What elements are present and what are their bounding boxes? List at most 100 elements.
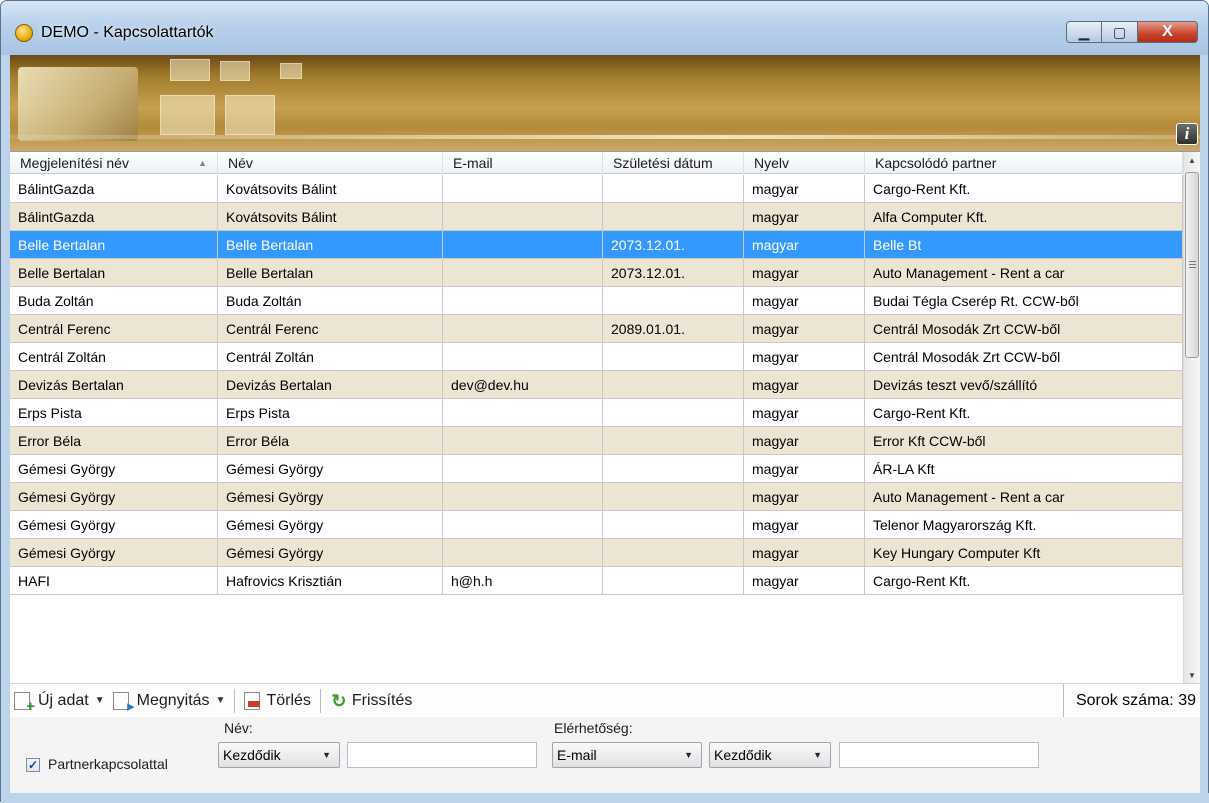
- bottom-toolbar: Új adat ▼ Megnyitás ▼ Törlés ↻ Frissítés…: [10, 683, 1200, 718]
- table-cell: Buda Zoltán: [10, 287, 218, 315]
- delete-button[interactable]: Törlés: [240, 687, 314, 715]
- column-header-display-name[interactable]: Megjelenítési név ▲: [10, 152, 218, 174]
- table-cell: Cargo-Rent Kft.: [865, 175, 1183, 203]
- table-cell: Telenor Magyarország Kft.: [865, 511, 1183, 539]
- banner-decoration: [280, 63, 302, 79]
- table-cell: Gémesi György: [218, 483, 443, 511]
- table-row[interactable]: Belle Bertalan Belle Bertalan 2073.12.01. m…: [10, 259, 1183, 287]
- name-mode-select[interactable]: Kezdődik ▼: [218, 742, 340, 768]
- refresh-button[interactable]: ↻ Frissítés: [326, 687, 416, 715]
- table-cell: Gémesi György: [218, 511, 443, 539]
- table-row[interactable]: Erps Pista Erps Pista magyar Cargo-Rent Kft…: [10, 399, 1183, 427]
- table-row[interactable]: Belle Bertalan Belle Bertalan 2073.12.01. m…: [10, 231, 1183, 259]
- table-cell: Belle Bt: [865, 231, 1183, 259]
- close-icon: X: [1162, 23, 1173, 40]
- scroll-down-icon[interactable]: ▼: [1184, 667, 1200, 683]
- contact-filter-input[interactable]: [839, 742, 1039, 768]
- table-cell: dev@dev.hu: [443, 371, 603, 399]
- table-row[interactable]: Devizás Bertalan Devizás Bertalan dev@dev.…: [10, 371, 1183, 399]
- minimize-button[interactable]: ▁: [1066, 21, 1102, 43]
- partner-checkbox[interactable]: ✓: [26, 758, 40, 772]
- scrollbar-thumb[interactable]: [1185, 172, 1199, 358]
- column-header-birth-date[interactable]: Születési dátum: [603, 152, 744, 174]
- table-cell: magyar: [744, 175, 865, 203]
- open-button-label: Megnyitás: [136, 691, 210, 709]
- column-header-name[interactable]: Név: [218, 152, 443, 174]
- table-cell: Belle Bertalan: [218, 231, 443, 259]
- table-cell: [603, 203, 744, 231]
- contact-type-select[interactable]: E-mail ▼: [552, 742, 702, 768]
- table-cell: [443, 399, 603, 427]
- vertical-scrollbar[interactable]: ▲ ▼: [1183, 152, 1200, 683]
- column-header-label: Megjelenítési név: [20, 155, 129, 171]
- column-header-label: Kapcsolódó partner: [875, 155, 997, 171]
- contact-filter-label: Elérhetőség:: [554, 720, 633, 736]
- table-cell: Buda Zoltán: [218, 287, 443, 315]
- toolbar-separator: [234, 688, 236, 713]
- table-row[interactable]: Centrál Ferenc Centrál Ferenc 2089.01.01. m…: [10, 315, 1183, 343]
- table-cell: Key Hungary Computer Kft: [865, 539, 1183, 567]
- table-cell: Centrál Ferenc: [218, 315, 443, 343]
- filter-panel: ✓ Partnerkapcsolattal Név: Kezdődik ▼ El…: [10, 717, 1200, 793]
- open-dropdown-icon[interactable]: ▼: [216, 695, 226, 706]
- chevron-down-icon: ▼: [684, 750, 693, 760]
- name-filter-input[interactable]: [347, 742, 537, 768]
- header-banner: i: [10, 55, 1200, 151]
- table-cell: Alfa Computer Kft.: [865, 203, 1183, 231]
- banner-decoration: [160, 95, 215, 135]
- table-cell: [603, 343, 744, 371]
- table-cell: Centrál Zoltán: [10, 343, 218, 371]
- table-cell: Centrál Mosodák Zrt CCW-ből: [865, 315, 1183, 343]
- table-cell: magyar: [744, 343, 865, 371]
- table-cell: [603, 371, 744, 399]
- table-cell: Auto Management - Rent a car: [865, 483, 1183, 511]
- table-row[interactable]: Gémesi György Gémesi György magyar Key Hung…: [10, 539, 1183, 567]
- table-cell: Belle Bertalan: [10, 231, 218, 259]
- grid-rows: BálintGazda Kovátsovits Bálint magyar Cargo…: [10, 175, 1183, 595]
- table-cell: [443, 203, 603, 231]
- table-row[interactable]: HAFI Hafrovics Krisztián h@h.h magyar Cargo-…: [10, 567, 1183, 595]
- table-cell: Gémesi György: [10, 539, 218, 567]
- table-cell: ÁR-LA Kft: [865, 455, 1183, 483]
- column-header-email[interactable]: E-mail: [443, 152, 603, 174]
- table-cell: [603, 539, 744, 567]
- contact-mode-value: Kezdődik: [714, 747, 772, 763]
- table-cell: Gémesi György: [218, 539, 443, 567]
- info-icon[interactable]: i: [1176, 123, 1198, 145]
- table-row[interactable]: BálintGazda Kovátsovits Bálint magyar Cargo…: [10, 175, 1183, 203]
- maximize-button[interactable]: ▢: [1102, 21, 1138, 43]
- table-row[interactable]: Error Béla Error Béla magyar Error Kft CCW-…: [10, 427, 1183, 455]
- table-cell: 2073.12.01.: [603, 259, 744, 287]
- scrollbar-grip-icon: [1189, 261, 1196, 262]
- table-cell: magyar: [744, 539, 865, 567]
- table-cell: magyar: [744, 567, 865, 595]
- close-button[interactable]: X: [1138, 21, 1198, 43]
- window-title: DEMO - Kapcsolattartók: [41, 24, 214, 41]
- table-row[interactable]: BálintGazda Kovátsovits Bálint magyar Alfa …: [10, 203, 1183, 231]
- new-button[interactable]: Új adat ▼: [10, 687, 109, 715]
- table-cell: Centrál Ferenc: [10, 315, 218, 343]
- table-cell: magyar: [744, 511, 865, 539]
- open-button[interactable]: Megnyitás ▼: [109, 687, 230, 715]
- table-row[interactable]: Gémesi György Gémesi György magyar Auto Man…: [10, 483, 1183, 511]
- table-row[interactable]: Gémesi György Gémesi György magyar ÁR-LA Kf…: [10, 455, 1183, 483]
- column-header-language[interactable]: Nyelv: [744, 152, 865, 174]
- table-cell: [603, 427, 744, 455]
- table-row[interactable]: Centrál Zoltán Centrál Zoltán magyar Centrá…: [10, 343, 1183, 371]
- scroll-up-icon[interactable]: ▲: [1184, 152, 1200, 169]
- table-cell: [603, 511, 744, 539]
- table-cell: Kovátsovits Bálint: [218, 203, 443, 231]
- new-dropdown-icon[interactable]: ▼: [95, 695, 105, 706]
- table-cell: magyar: [744, 315, 865, 343]
- table-cell: magyar: [744, 427, 865, 455]
- table-cell: magyar: [744, 399, 865, 427]
- table-row[interactable]: Gémesi György Gémesi György magyar Telenor …: [10, 511, 1183, 539]
- table-cell: [603, 399, 744, 427]
- table-row[interactable]: Buda Zoltán Buda Zoltán magyar Budai Tégla …: [10, 287, 1183, 315]
- title-bar[interactable]: DEMO - Kapcsolattartók ▁ ▢ X: [1, 1, 1208, 55]
- table-cell: h@h.h: [443, 567, 603, 595]
- column-header-partner[interactable]: Kapcsolódó partner: [865, 152, 1183, 174]
- table-cell: [443, 287, 603, 315]
- banner-decoration: [170, 59, 210, 81]
- contact-mode-select[interactable]: Kezdődik ▼: [709, 742, 831, 768]
